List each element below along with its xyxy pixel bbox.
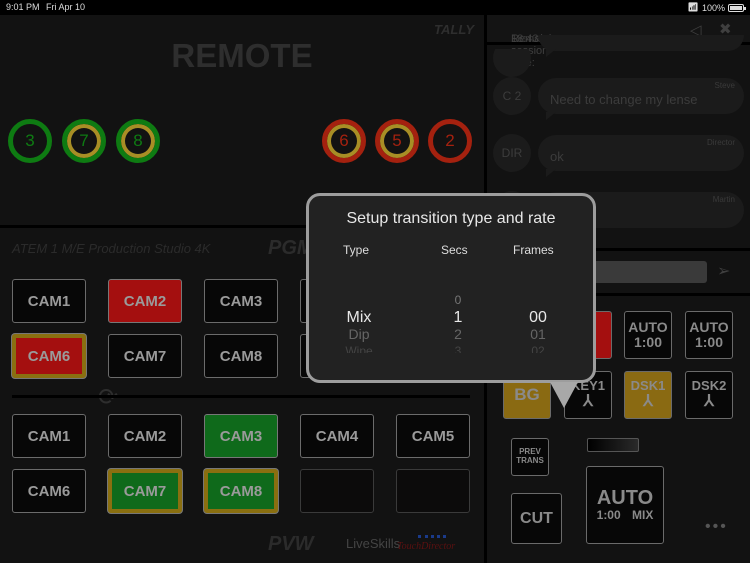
pvw-cam1-button[interactable]: CAM1 [12, 414, 86, 458]
frames-column-header: Frames [513, 243, 554, 257]
type-column-header: Type [343, 243, 370, 257]
divider [12, 395, 470, 398]
session-time: Remaining session time: 18:43 [511, 33, 564, 69]
message-text: ok [550, 149, 564, 164]
prev-trans-button[interactable]: PREV TRANS [511, 438, 549, 476]
pvw-empty-button[interactable] [300, 469, 374, 513]
pgm-cam2-button[interactable]: CAM2 [108, 279, 182, 323]
tally-indicator: 7 [62, 119, 106, 163]
tally-indicator: 3 [8, 119, 52, 163]
more-options-icon[interactable]: ••• [705, 518, 728, 536]
transition-curve-icon: ⅄ [643, 393, 653, 411]
transition-curve-icon: ⅄ [704, 393, 714, 411]
remote-title: REMOTE [171, 37, 313, 74]
auto-dsk-button[interactable]: AUTO 1:00 [685, 311, 733, 359]
clock: 9:01 PM [6, 2, 40, 12]
cut-button[interactable]: CUT [511, 493, 562, 544]
pvw-label: PVW [268, 533, 314, 555]
battery-percent: 100% [701, 2, 725, 13]
tally-label: TALLY [434, 22, 474, 37]
battery-icon [728, 3, 746, 12]
status-bar: 9:01 PM Fri Apr 10 📶︎ 100% [0, 0, 750, 15]
pvw-empty-button[interactable] [396, 469, 470, 513]
message-sender: Martin [712, 195, 735, 204]
pgm-cam8-button[interactable]: CAM8 [204, 334, 278, 378]
pvw-cam7-button[interactable]: CAM7 [108, 469, 182, 513]
auto-key-button[interactable]: AUTO 1:00 [624, 311, 672, 359]
pvw-cam2-button[interactable]: CAM2 [108, 414, 182, 458]
secs-column-header: Secs [441, 243, 468, 257]
pgm-cam1-button[interactable]: CAM1 [12, 279, 86, 323]
frames-picker[interactable]: 00 01 02 [509, 292, 567, 353]
tally-indicator: 5 [375, 119, 419, 163]
brand-logo: LiveSkills [346, 536, 401, 551]
transition-curve-icon: ⅄ [583, 393, 593, 411]
pgm-cam7-button[interactable]: CAM7 [108, 334, 182, 378]
brand-dots [418, 535, 446, 538]
pvw-cam3-button[interactable]: CAM3 [204, 414, 278, 458]
switcher-model: ATEM 1 M/E Production Studio 4K [12, 241, 211, 256]
chat-bubble: Steve Need to change my lense [538, 78, 744, 120]
avatar: DIR [493, 134, 531, 172]
transition-popover: Setup transition type and rate Type Secs… [306, 193, 596, 408]
date: Fri Apr 10 [46, 2, 86, 12]
chat-bubble: Director ok [538, 135, 744, 177]
pgm-cam6-button[interactable]: CAM6 [12, 334, 86, 378]
wifi-icon: 📶︎ [687, 2, 699, 12]
popover-title: Setup transition type and rate [346, 210, 556, 227]
tally-indicator: 6 [322, 119, 366, 163]
tally-indicator: 8 [116, 119, 160, 163]
message-text: Need to change my lense [550, 92, 698, 107]
message-sender: Director [706, 138, 735, 147]
pvw-cam8-button[interactable]: CAM8 [204, 469, 278, 513]
send-icon[interactable]: ➢ [717, 261, 730, 281]
chat-bubble [538, 35, 744, 57]
pgm-cam3-button[interactable]: CAM3 [204, 279, 278, 323]
dsk1-button[interactable]: DSK1 ⅄ [624, 371, 672, 419]
pvw-cam6-button[interactable]: CAM6 [12, 469, 86, 513]
type-picker[interactable]: Mix Dip Wipe [329, 292, 389, 353]
message-sender: Steve [714, 81, 735, 90]
avatar: C 2 [493, 77, 531, 115]
brand-sub-logo: TouchDirector [397, 541, 456, 552]
dsk2-button[interactable]: DSK2 ⅄ [685, 371, 733, 419]
secs-picker[interactable]: 0 1 2 3 [434, 292, 482, 353]
pvw-cam4-button[interactable]: CAM4 [300, 414, 374, 458]
tally-indicator: 2 [428, 119, 472, 163]
auto-transition-button[interactable]: AUTO 1:00 MIX [586, 466, 664, 544]
t-bar-slider[interactable] [587, 438, 639, 452]
pvw-cam5-button[interactable]: CAM5 [396, 414, 470, 458]
